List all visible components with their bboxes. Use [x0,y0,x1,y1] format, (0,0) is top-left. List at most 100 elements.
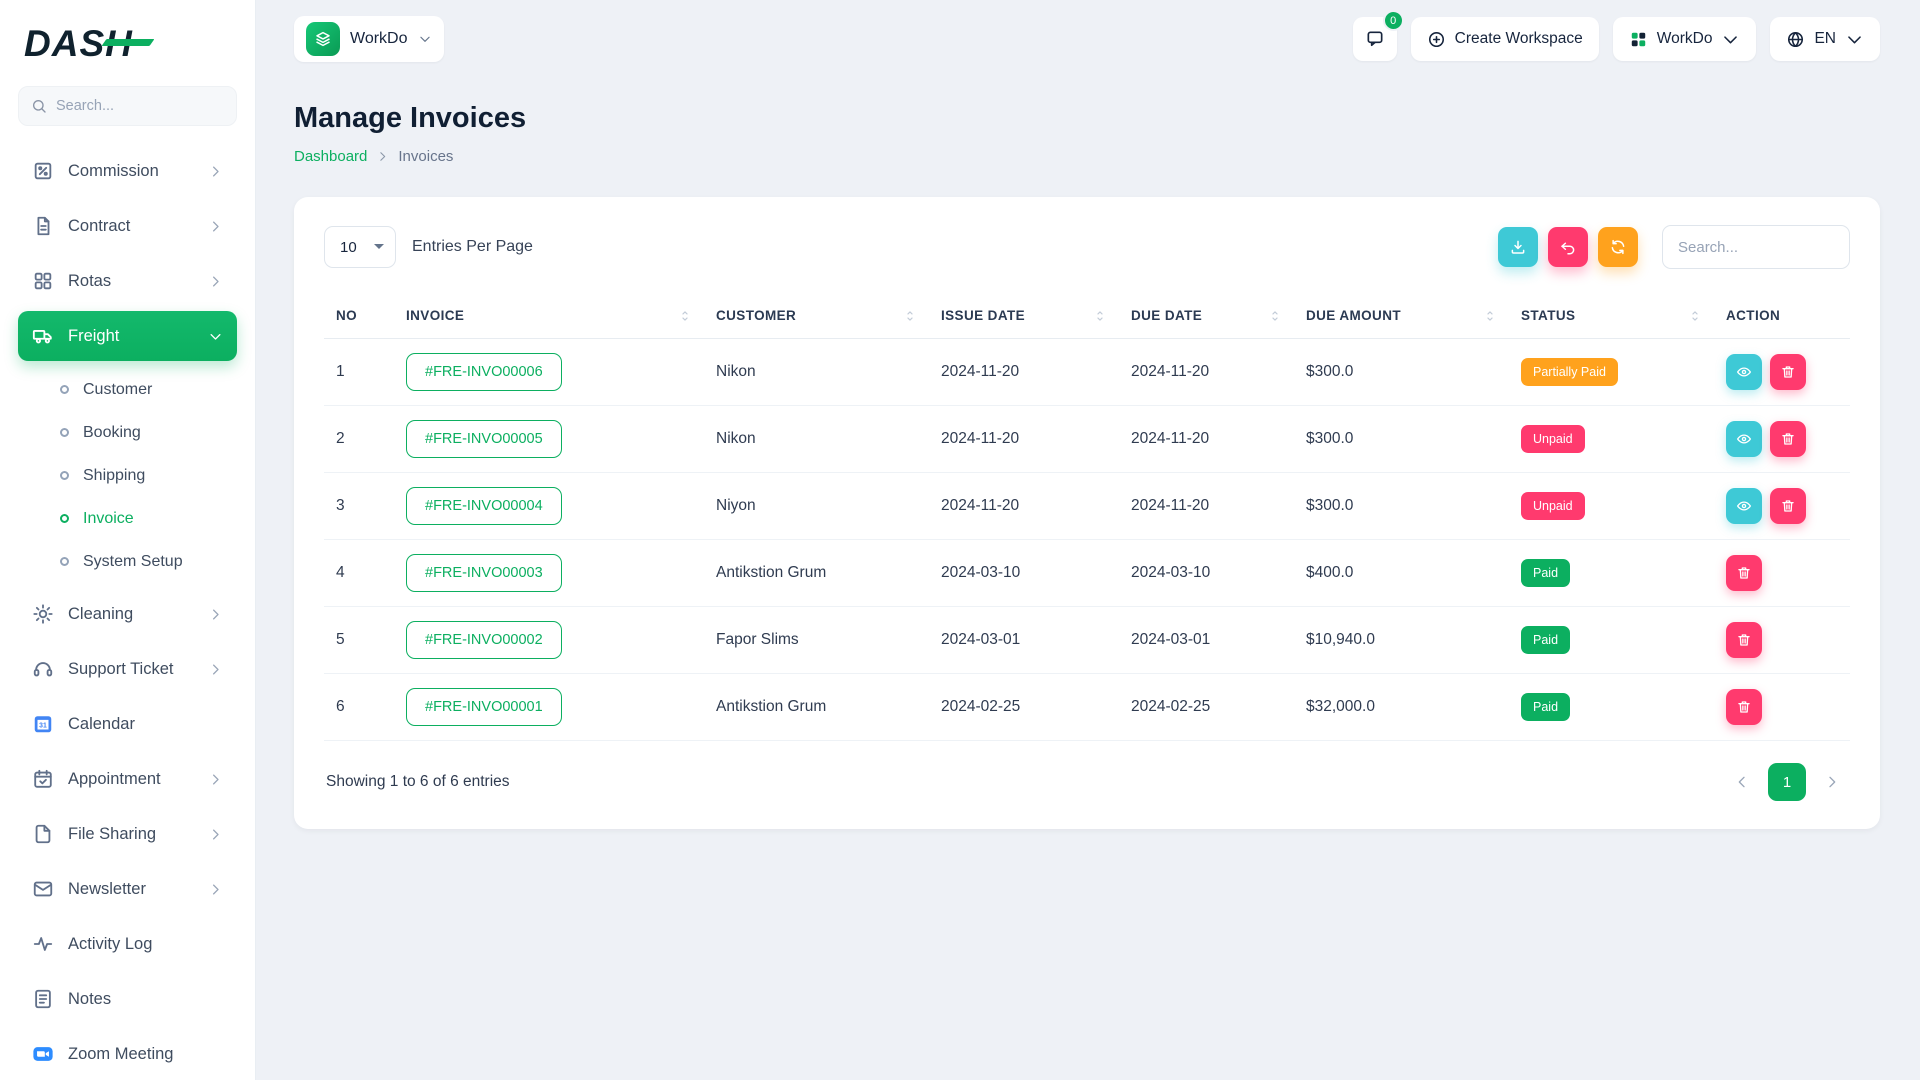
sidebar-item-zoom-meeting[interactable]: Zoom Meeting [18,1029,237,1079]
download-icon [1509,238,1527,256]
breadcrumb-dashboard-link[interactable]: Dashboard [294,148,367,165]
status-cell: Unpaid [1509,406,1714,473]
page-title: Manage Invoices [294,102,1880,135]
workspace-menu-button[interactable]: WorkDo [1613,17,1757,61]
column-header-due-date[interactable]: DUE DATE [1119,293,1294,339]
sidebar-item-freight[interactable]: Freight [18,311,237,361]
sidebar-item-label: Support Ticket [68,660,173,679]
chevron-left-icon [1734,774,1750,790]
chevron-down-icon [1845,30,1864,49]
delete-invoice-button[interactable] [1726,622,1762,658]
column-header-status[interactable]: STATUS [1509,293,1714,339]
invoice-cell: #FRE-INVO00006 [394,339,704,406]
refresh-button[interactable] [1598,227,1638,267]
invoice-link[interactable]: #FRE-INVO00001 [406,688,562,726]
sidebar-item-notes[interactable]: Notes [18,974,237,1024]
sidebar-item-label: Freight [68,327,119,346]
invoice-cell: #FRE-INVO00005 [394,406,704,473]
due-amount-cell: $10,940.0 [1294,607,1509,674]
entries-per-page-select[interactable]: 10 [324,226,396,268]
sidebar-item-contract[interactable]: Contract [18,201,237,251]
radio-circle-icon [60,514,69,523]
due-amount-cell: $400.0 [1294,540,1509,607]
view-invoice-button[interactable] [1726,421,1762,457]
chevron-down-icon [1721,30,1740,49]
support-ticket-icon [32,658,54,680]
sidebar-item-rotas[interactable]: Rotas [18,256,237,306]
column-header-invoice[interactable]: INVOICE [394,293,704,339]
activity-log-icon [32,933,54,955]
sidebar-item-cleaning[interactable]: Cleaning [18,589,237,639]
topbar: WorkDo 0 Create Workspace WorkDo EN [294,0,1880,78]
undo-button[interactable] [1548,227,1588,267]
sidebar-subitem-invoice[interactable]: Invoice [48,497,237,540]
chevron-right-icon [208,662,223,677]
due-date-cell: 2024-11-20 [1119,406,1294,473]
messages-button[interactable]: 0 [1353,17,1397,61]
trash-icon [1736,632,1752,648]
invoice-link[interactable]: #FRE-INVO00004 [406,487,562,525]
invoice-link[interactable]: #FRE-INVO00002 [406,621,562,659]
invoice-link[interactable]: #FRE-INVO00003 [406,554,562,592]
sidebar-item-commission[interactable]: Commission [18,146,237,196]
invoice-cell: #FRE-INVO00001 [394,674,704,741]
sidebar-subitem-customer[interactable]: Customer [48,368,237,411]
status-badge: Unpaid [1521,492,1585,520]
column-label: ISSUE DATE [941,308,1025,323]
delete-invoice-button[interactable] [1770,421,1806,457]
sidebar: DASH CommissionContractRotas Freight Custo… [0,0,256,1080]
search-icon [31,98,47,114]
workspace-switcher[interactable]: WorkDo [294,16,444,62]
sidebar-subitem-booking[interactable]: Booking [48,411,237,454]
column-header-customer[interactable]: CUSTOMER [704,293,929,339]
invoices-card: 10 Entries Per Page NOINVOICECUSTOMERISS… [294,197,1880,829]
sidebar-item-appointment[interactable]: Appointment [18,754,237,804]
appointment-icon [32,768,54,790]
customer-cell: Nikon [704,406,929,473]
file-sharing-icon [32,823,54,845]
radio-circle-icon [60,385,69,394]
row-number-cell: 3 [324,473,394,540]
plus-circle-icon [1427,30,1446,49]
column-header-issue-date[interactable]: ISSUE DATE [929,293,1119,339]
chevron-down-icon [418,32,432,46]
view-invoice-button[interactable] [1726,354,1762,390]
view-invoice-button[interactable] [1726,488,1762,524]
column-header-action: ACTION [1714,293,1850,339]
due-amount-cell: $300.0 [1294,406,1509,473]
sidebar-subitem-system-setup[interactable]: System Setup [48,540,237,583]
sidebar-subitem-shipping[interactable]: Shipping [48,454,237,497]
pagination-page-1[interactable]: 1 [1768,763,1806,801]
delete-invoice-button[interactable] [1726,689,1762,725]
pagination-prev-button[interactable] [1726,766,1758,798]
sidebar-item-newsletter[interactable]: Newsletter [18,864,237,914]
invoice-link[interactable]: #FRE-INVO00006 [406,353,562,391]
sidebar-nav: CommissionContractRotas Freight CustomerBo… [18,146,237,1080]
create-workspace-button[interactable]: Create Workspace [1411,17,1599,61]
column-label: CUSTOMER [716,308,796,323]
contract-icon [32,215,54,237]
sidebar-item-support-ticket[interactable]: Support Ticket [18,644,237,694]
chevron-down-icon [208,329,223,344]
status-cell: Paid [1509,540,1714,607]
sort-icon [1483,309,1497,323]
column-header-due-amount[interactable]: DUE AMOUNT [1294,293,1509,339]
table-search-input[interactable] [1662,225,1850,269]
sidebar-item-calendar[interactable]: 31Calendar [18,699,237,749]
invoice-row: 1#FRE-INVO00006Nikon2024-11-202024-11-20… [324,339,1850,406]
delete-invoice-button[interactable] [1770,354,1806,390]
create-workspace-label: Create Workspace [1455,30,1583,48]
status-badge: Paid [1521,626,1570,654]
delete-invoice-button[interactable] [1770,488,1806,524]
brand-logo[interactable]: DASH [24,18,231,70]
sidebar-search-input[interactable] [56,98,224,114]
column-header-no: NO [324,293,394,339]
invoice-link[interactable]: #FRE-INVO00005 [406,420,562,458]
export-button[interactable] [1498,227,1538,267]
row-number-cell: 5 [324,607,394,674]
delete-invoice-button[interactable] [1726,555,1762,591]
sidebar-item-file-sharing[interactable]: File Sharing [18,809,237,859]
pagination-next-button[interactable] [1816,766,1848,798]
language-button[interactable]: EN [1770,17,1880,61]
sidebar-item-activity-log[interactable]: Activity Log [18,919,237,969]
